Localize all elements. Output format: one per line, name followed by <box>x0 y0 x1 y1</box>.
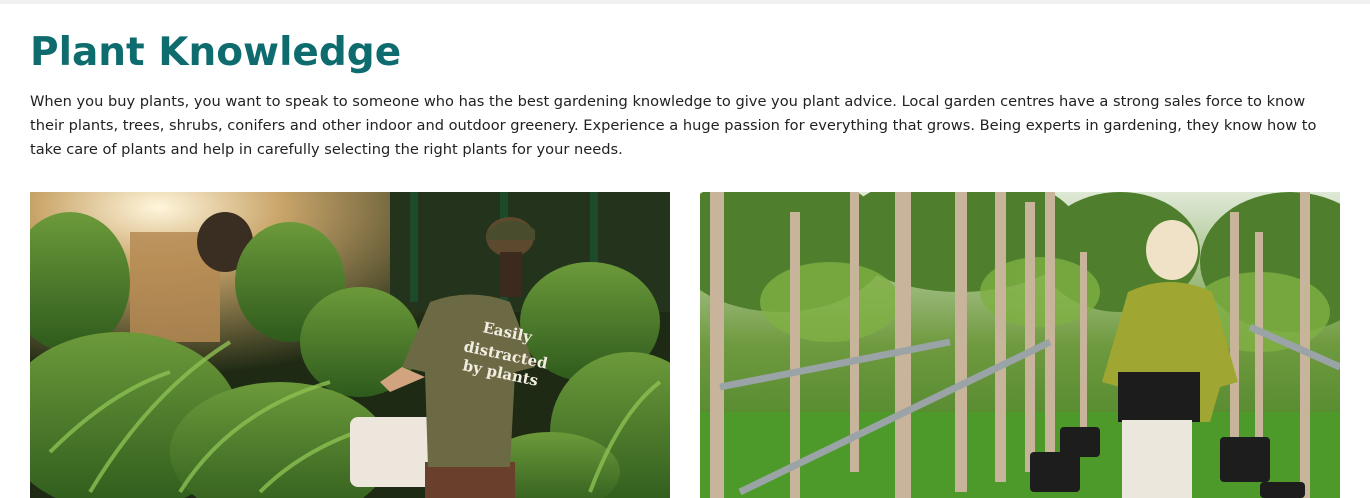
section-intro: When you buy plants, you want to speak t… <box>30 93 1317 158</box>
top-divider <box>0 0 1370 4</box>
section-title: Plant Knowledge <box>30 30 402 75</box>
tree-nursery-photo <box>700 192 1340 498</box>
plant-shop-photo: Easily distracted by plants <box>30 192 670 498</box>
